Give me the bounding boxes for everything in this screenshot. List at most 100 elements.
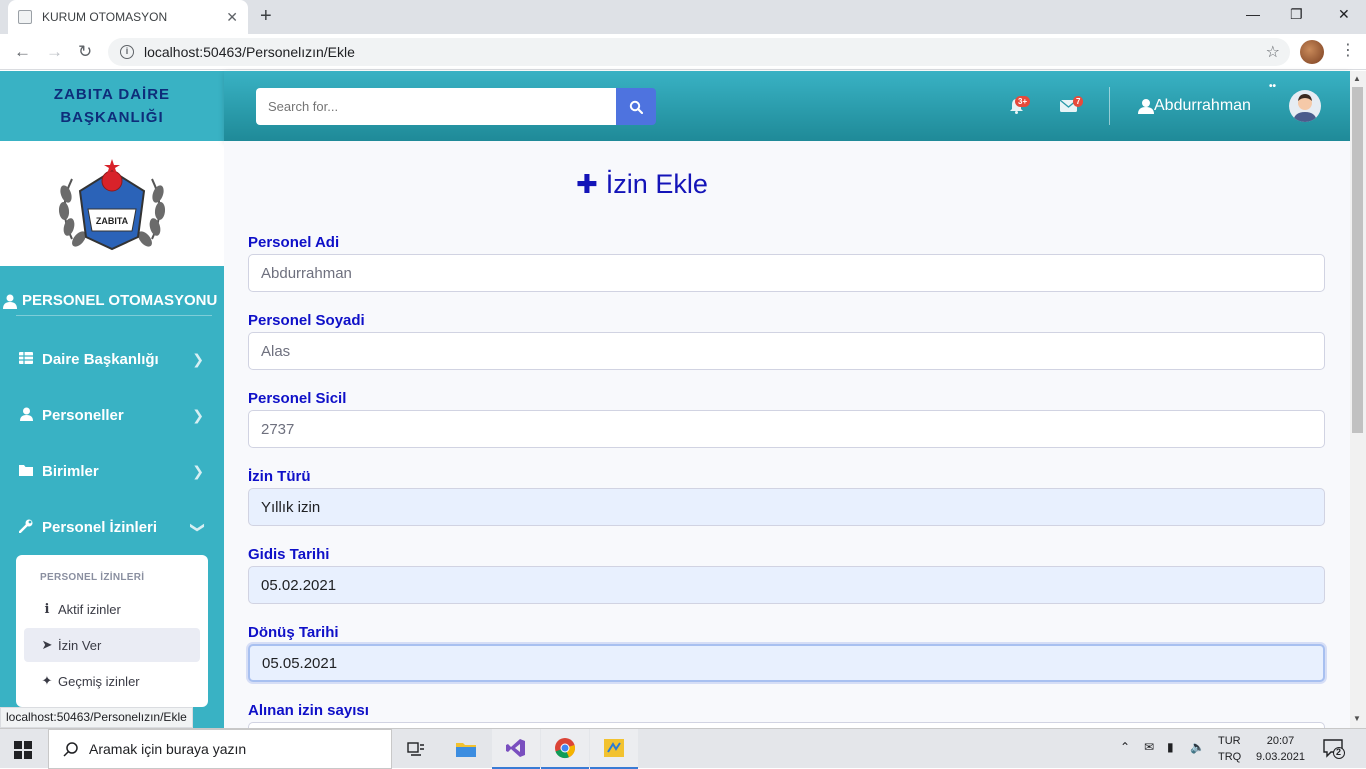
task-view-button[interactable] bbox=[392, 729, 440, 769]
topbar: 3+ 7 •• Abdurrahman bbox=[224, 71, 1350, 141]
scrollbar-thumb[interactable] bbox=[1352, 87, 1363, 433]
username: Abdurrahman bbox=[1154, 97, 1251, 114]
search-icon bbox=[629, 100, 643, 114]
sidebar-brand[interactable]: ZABITA DAİRE BAŞKANLIĞI bbox=[0, 71, 224, 141]
table-icon bbox=[18, 351, 34, 367]
address-bar[interactable]: i localhost:50463/Personelızın/Ekle ☆ bbox=[108, 38, 1290, 66]
tab-title: KURUM OTOMASYON bbox=[42, 10, 168, 24]
messages-badge: 7 bbox=[1073, 96, 1084, 107]
search-button[interactable] bbox=[616, 88, 656, 125]
personel-sicil-input[interactable] bbox=[248, 410, 1325, 448]
chevron-right-icon: ❯ bbox=[192, 350, 204, 367]
user-icon bbox=[1138, 99, 1154, 114]
bookmark-star-icon[interactable]: ☆ bbox=[1266, 42, 1280, 62]
visual-studio-button[interactable] bbox=[492, 729, 540, 769]
taskbar-clock[interactable]: 20:07 9.03.2021 bbox=[1256, 733, 1305, 765]
main-content: ✚ İzin Ekle Personel Adi Personel Soyadi… bbox=[224, 141, 1350, 728]
user-icon bbox=[18, 407, 34, 424]
label-gidis-tarihi: Gidis Tarihi bbox=[248, 546, 330, 563]
new-tab-button[interactable]: + bbox=[260, 5, 272, 28]
lang-line-2: TRQ bbox=[1218, 751, 1242, 763]
izin-turu-input[interactable] bbox=[248, 488, 1325, 526]
site-info-icon[interactable]: i bbox=[120, 45, 134, 59]
label-donus-tarihi: Dönüş Tarihi bbox=[248, 624, 339, 641]
clock-time: 20:07 bbox=[1266, 735, 1295, 747]
submenu-item-label: Aktif izinler bbox=[58, 601, 121, 617]
submenu-item-gecmis-izinler[interactable]: ✦ Geçmiş izinler bbox=[24, 664, 200, 698]
topbar-divider bbox=[1109, 87, 1110, 125]
scroll-down-icon[interactable]: ▼ bbox=[1353, 714, 1361, 723]
windows-start-icon[interactable] bbox=[14, 741, 32, 759]
wrench-icon bbox=[18, 519, 34, 536]
page-title: ✚ İzin Ekle bbox=[576, 169, 708, 200]
visual-studio-icon bbox=[506, 739, 525, 757]
minimize-icon[interactable]: — bbox=[1246, 6, 1260, 22]
sidebar-heading: PERSONEL OTOMASYONU bbox=[0, 292, 224, 309]
app-icon bbox=[604, 739, 624, 757]
logo-text: ZABITA bbox=[96, 216, 129, 226]
battery-icon[interactable]: ▮ bbox=[1167, 740, 1174, 754]
dots-indicator: •• bbox=[1269, 81, 1277, 92]
restore-icon[interactable]: ❐ bbox=[1290, 6, 1303, 23]
taskbar-search-placeholder: Aramak için buraya yazın bbox=[89, 741, 247, 757]
sidebar-item-daire-baskanligi[interactable]: Daire Başkanlığı ❯ bbox=[0, 339, 224, 379]
taskbar-search[interactable]: Aramak için buraya yazın bbox=[48, 729, 392, 769]
notification-count: 2 bbox=[1336, 747, 1342, 757]
sidebar-item-birimler[interactable]: Birimler ❯ bbox=[0, 451, 224, 491]
windows-taskbar: Aramak için buraya yazın ⌃ ✉ ▮ 🔈 TUR TRQ… bbox=[0, 728, 1366, 769]
sidebar-divider bbox=[16, 315, 212, 316]
arrow-right-icon: ➤ bbox=[41, 637, 53, 652]
donus-tarihi-input[interactable] bbox=[248, 644, 1325, 682]
sidebar-item-label: Personeller bbox=[42, 406, 124, 424]
user-icon bbox=[3, 294, 17, 309]
notification-center-button[interactable]: 2 bbox=[1323, 739, 1345, 764]
tray-chevron-icon[interactable]: ⌃ bbox=[1120, 740, 1130, 754]
search-input[interactable] bbox=[256, 88, 616, 125]
reload-icon[interactable]: ↻ bbox=[78, 42, 92, 62]
submenu-item-aktif-izinler[interactable]: i Aktif izinler bbox=[24, 592, 200, 626]
tab-close-icon[interactable]: ✕ bbox=[226, 9, 238, 26]
label-alinan-izin-sayisi: Alınan izin sayısı bbox=[248, 702, 369, 719]
link-status-bar: localhost:50463/Personelızın/Ekle bbox=[0, 707, 193, 728]
window-close-icon[interactable]: ✕ bbox=[1338, 6, 1350, 23]
chevron-right-icon: ❯ bbox=[192, 406, 204, 423]
personel-adi-input[interactable] bbox=[248, 254, 1325, 292]
profile-avatar[interactable] bbox=[1300, 40, 1324, 64]
sidebar-item-label: Personel İzinleri bbox=[42, 518, 158, 536]
back-icon[interactable]: ← bbox=[14, 42, 31, 62]
page-title-text: İzin Ekle bbox=[605, 169, 708, 199]
task-view-icon bbox=[407, 742, 424, 756]
label-personel-sicil: Personel Sicil bbox=[248, 390, 347, 407]
alerts-badge: 3+ bbox=[1015, 96, 1031, 107]
submenu-item-izin-ver[interactable]: ➤ İzin Ver bbox=[24, 628, 200, 662]
izinler-submenu: PERSONEL İZİNLERİ i Aktif izinler ➤ İzin… bbox=[16, 555, 208, 707]
brand-line-2: BAŞKANLIĞI bbox=[60, 109, 164, 126]
sidebar-item-personel-izinleri[interactable]: Personel İzinleri ❯ bbox=[0, 507, 224, 547]
submenu-heading: PERSONEL İZİNLERİ bbox=[40, 572, 145, 583]
label-izin-turu: İzin Türü bbox=[248, 468, 311, 485]
forward-icon[interactable]: → bbox=[46, 42, 63, 62]
plus-icon: ✚ bbox=[576, 169, 598, 199]
meet-now-icon[interactable]: ✉ bbox=[1144, 740, 1154, 754]
avatar[interactable] bbox=[1289, 90, 1321, 122]
search-icon bbox=[63, 742, 78, 757]
zabita-logo: ZABITA bbox=[58, 159, 166, 251]
user-dropdown[interactable]: Abdurrahman bbox=[1138, 97, 1251, 115]
browser-menu-icon[interactable]: ⋮ bbox=[1340, 40, 1356, 60]
brand-line-1: ZABITA DAİRE bbox=[53, 86, 171, 103]
input-language[interactable]: TUR TRQ bbox=[1218, 733, 1241, 765]
scroll-up-icon[interactable]: ▲ bbox=[1353, 74, 1361, 83]
url-text: localhost:50463/Personelızın/Ekle bbox=[144, 44, 355, 60]
lang-line-1: TUR bbox=[1218, 735, 1241, 747]
personel-soyadi-input[interactable] bbox=[248, 332, 1325, 370]
chevron-down-icon: ❯ bbox=[190, 521, 207, 533]
gidis-tarihi-input[interactable] bbox=[248, 566, 1325, 604]
browser-tab[interactable]: KURUM OTOMASYON ✕ bbox=[8, 0, 248, 34]
volume-icon[interactable]: 🔈 bbox=[1190, 740, 1205, 754]
sidebar-item-personeller[interactable]: Personeller ❯ bbox=[0, 395, 224, 435]
pinned-app-button[interactable] bbox=[590, 729, 638, 769]
sparkle-icon: ✦ bbox=[41, 673, 53, 688]
sidebar-item-label: Birimler bbox=[42, 462, 99, 480]
file-explorer-button[interactable] bbox=[442, 729, 490, 769]
chrome-button[interactable] bbox=[541, 729, 589, 769]
